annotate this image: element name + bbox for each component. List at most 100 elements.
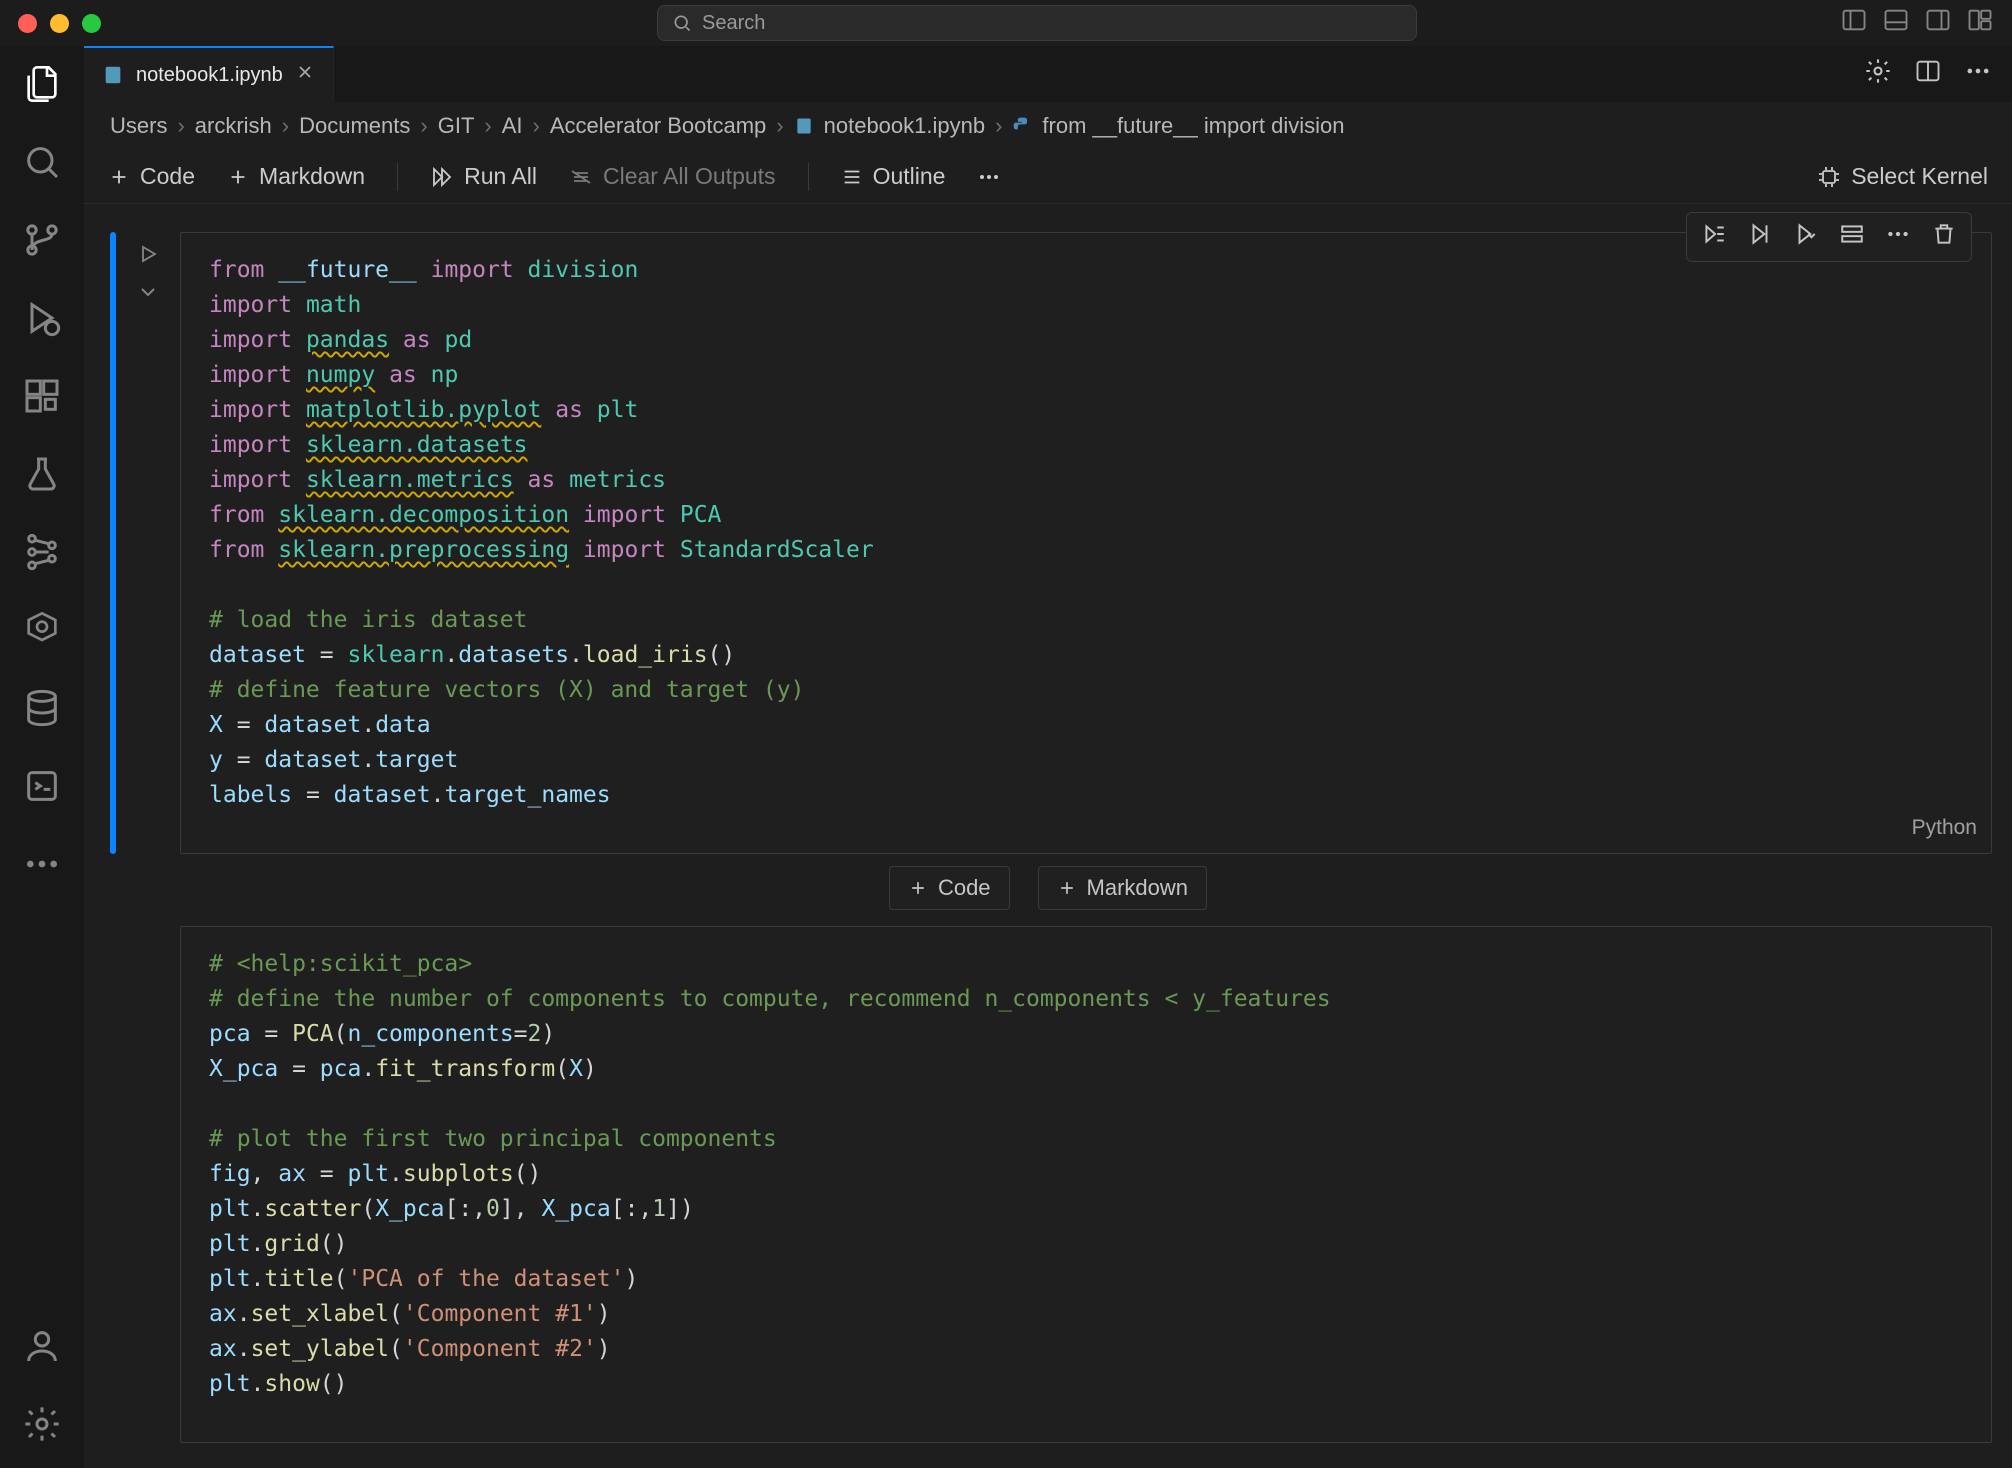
crumb-symbol[interactable]: from __future__ import division: [1042, 113, 1344, 139]
crumb[interactable]: GIT: [438, 113, 475, 139]
execute-above-button[interactable]: [1747, 221, 1773, 253]
crumb[interactable]: Accelerator Bootcamp: [550, 113, 766, 139]
activity-accounts[interactable]: [22, 1326, 62, 1372]
activity-more[interactable]: [22, 844, 62, 890]
editor-settings-button[interactable]: [1864, 57, 1892, 91]
divider: [397, 163, 398, 191]
split-editor-button[interactable]: [1914, 57, 1942, 91]
panel-left-toggle[interactable]: [1840, 6, 1868, 40]
notebook-file-icon: [102, 64, 124, 86]
add-markdown-button[interactable]: Markdown: [227, 163, 365, 190]
chevron-right-icon: ›: [533, 113, 540, 139]
cell-language-label[interactable]: Python: [1912, 810, 1977, 845]
execute-below-button[interactable]: [1793, 221, 1819, 253]
close-window-button[interactable]: [18, 14, 37, 33]
search-input[interactable]: Search: [657, 5, 1417, 41]
play-icon: [136, 242, 160, 266]
activity-graph[interactable]: [22, 532, 62, 578]
cell-toolbar: [1686, 212, 1972, 262]
activity-kubernetes[interactable]: [22, 610, 62, 656]
code-cell-1[interactable]: from __future__ import division import m…: [104, 232, 1992, 854]
outline-label: Outline: [873, 163, 946, 190]
split-icon: [1914, 57, 1942, 85]
panel-bottom-toggle[interactable]: [1882, 6, 1910, 40]
notebook-file-icon: [794, 116, 814, 136]
close-icon: [295, 62, 315, 82]
panel-right-icon: [1924, 6, 1952, 34]
activity-settings[interactable]: [22, 1404, 62, 1450]
select-kernel-label: Select Kernel: [1851, 163, 1988, 190]
chevron-right-icon: ›: [177, 113, 184, 139]
chevron-right-icon: ›: [995, 113, 1002, 139]
run-debug-icon: [22, 298, 62, 338]
plus-icon: [1057, 878, 1077, 898]
tab-notebook1[interactable]: notebook1.ipynb: [84, 46, 334, 102]
code-cell-2[interactable]: # <help:scikit_pca> # define the number …: [104, 926, 1992, 1443]
execute-below-icon: [1793, 221, 1819, 247]
split-cell-button[interactable]: [1839, 221, 1865, 253]
crumb-file[interactable]: notebook1.ipynb: [824, 113, 985, 139]
toolbar-more-button[interactable]: [977, 165, 1001, 189]
activity-database[interactable]: [22, 688, 62, 734]
activity-bar: [0, 46, 84, 1468]
clear-outputs-label: Clear All Outputs: [603, 163, 776, 190]
editor-area: notebook1.ipynb Users › arckrish › Documen…: [84, 46, 2012, 1468]
activity-search[interactable]: [22, 142, 62, 188]
add-code-label: Code: [140, 163, 195, 190]
trash-icon: [1931, 221, 1957, 247]
crumb[interactable]: arckrish: [195, 113, 272, 139]
execute-above-icon: [1747, 221, 1773, 247]
kubernetes-icon: [22, 610, 62, 650]
ellipsis-icon: [22, 844, 62, 884]
add-markdown-cell-button[interactable]: Markdown: [1038, 866, 1207, 910]
activity-run-debug[interactable]: [22, 298, 62, 344]
add-cell-row: Code Markdown: [84, 866, 2012, 910]
panel-right-toggle[interactable]: [1924, 6, 1952, 40]
crumb[interactable]: AI: [502, 113, 523, 139]
chevron-down-icon: [136, 280, 160, 304]
search-icon: [672, 13, 692, 33]
cell-editor[interactable]: from __future__ import division import m…: [180, 232, 1992, 854]
breadcrumbs[interactable]: Users› arckrish› Documents› GIT› AI› Acc…: [84, 102, 2012, 150]
activity-remote[interactable]: [22, 766, 62, 812]
titlebar: Search: [0, 0, 2012, 46]
layout-toggle[interactable]: [1966, 6, 1994, 40]
remote-icon: [22, 766, 62, 806]
minimize-window-button[interactable]: [50, 14, 69, 33]
cell-chevron[interactable]: [136, 280, 160, 310]
ellipsis-icon: [1964, 57, 1992, 85]
activity-explorer[interactable]: [22, 64, 62, 110]
divider: [808, 163, 809, 191]
cell-editor[interactable]: # <help:scikit_pca> # define the number …: [180, 926, 1992, 1443]
add-code-cell-button[interactable]: Code: [889, 866, 1010, 910]
outline-button[interactable]: Outline: [841, 163, 946, 190]
activity-source-control[interactable]: [22, 220, 62, 266]
select-kernel-button[interactable]: Select Kernel: [1817, 163, 1988, 190]
run-all-button[interactable]: Run All: [430, 163, 537, 190]
run-cell-button[interactable]: [136, 242, 160, 272]
maximize-window-button[interactable]: [82, 14, 101, 33]
plus-icon: [908, 878, 928, 898]
tab-actions: [1864, 57, 2012, 91]
activity-testing[interactable]: [22, 454, 62, 500]
more-actions-button[interactable]: [1964, 57, 1992, 91]
graph-icon: [22, 532, 62, 572]
split-cell-icon: [1839, 221, 1865, 247]
run-by-line-button[interactable]: [1701, 221, 1727, 253]
chevron-right-icon: ›: [420, 113, 427, 139]
run-all-label: Run All: [464, 163, 537, 190]
tab-close-button[interactable]: [295, 62, 315, 88]
crumb[interactable]: Users: [110, 113, 167, 139]
cell-more-button[interactable]: [1885, 221, 1911, 253]
delete-cell-button[interactable]: [1931, 221, 1957, 253]
account-icon: [22, 1326, 62, 1366]
plus-icon: [227, 166, 249, 188]
gear-icon: [22, 1404, 62, 1444]
ellipsis-icon: [977, 165, 1001, 189]
extensions-icon: [22, 376, 62, 416]
clear-outputs-button[interactable]: Clear All Outputs: [569, 163, 776, 190]
crumb[interactable]: Documents: [299, 113, 410, 139]
activity-extensions[interactable]: [22, 376, 62, 422]
add-code-button[interactable]: Code: [108, 163, 195, 190]
gear-icon: [1864, 57, 1892, 85]
